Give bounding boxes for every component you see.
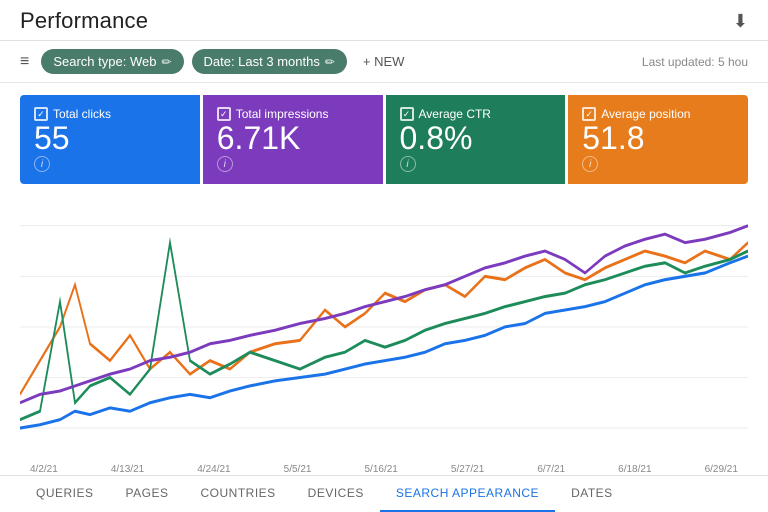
x-label-5: 5/16/21 [365, 464, 398, 475]
line-impressions [20, 256, 748, 428]
x-axis-labels: 4/2/21 4/13/21 4/24/21 5/5/21 5/16/21 5/… [20, 462, 748, 475]
search-type-chip[interactable]: Search type: Web ✏ [41, 49, 183, 74]
x-label-1: 4/2/21 [30, 464, 58, 475]
toolbar: ≡ Search type: Web ✏ Date: Last 3 months… [0, 41, 768, 83]
tab-dates[interactable]: DATES [555, 476, 629, 512]
info-icon-position: i [582, 156, 598, 172]
metric-header-impressions: ✓ Total impressions [217, 107, 369, 121]
metric-average-position[interactable]: ✓ Average position 51.8 i [568, 95, 748, 184]
metric-value-clicks: 55 [34, 121, 186, 156]
page-title: Performance [20, 8, 148, 34]
checkbox-ctr: ✓ [400, 107, 414, 121]
page-container: Performance ⬇ ≡ Search type: Web ✏ Date:… [0, 0, 768, 512]
metric-average-ctr[interactable]: ✓ Average CTR 0.8% i [386, 95, 566, 184]
line-clicks [20, 243, 748, 395]
metric-total-impressions[interactable]: ✓ Total impressions 6.71K i [203, 95, 383, 184]
x-label-3: 4/24/21 [197, 464, 230, 475]
tab-search-appearance[interactable]: SEARCH APPEARANCE [380, 476, 555, 512]
metric-label-ctr: Average CTR [419, 107, 491, 121]
edit-icon-date: ✏ [325, 55, 335, 69]
x-label-6: 5/27/21 [451, 464, 484, 475]
chart-svg [20, 192, 748, 462]
checkbox-impressions: ✓ [217, 107, 231, 121]
tab-countries[interactable]: COUNTRIES [184, 476, 291, 512]
metric-value-position: 51.8 [582, 121, 734, 156]
metric-value-ctr: 0.8% [400, 121, 552, 156]
metric-label-impressions: Total impressions [236, 107, 329, 121]
date-chip[interactable]: Date: Last 3 months ✏ [192, 49, 347, 74]
header: Performance ⬇ [0, 0, 768, 41]
download-icon[interactable]: ⬇ [733, 11, 748, 32]
metric-label-position: Average position [601, 107, 690, 121]
info-icon-clicks: i [34, 156, 50, 172]
tab-pages[interactable]: PAGES [110, 476, 185, 512]
checkbox-clicks: ✓ [34, 107, 48, 121]
search-type-label: Search type: Web [53, 54, 156, 69]
x-label-7: 6/7/21 [537, 464, 565, 475]
x-label-9: 6/29/21 [705, 464, 738, 475]
tab-queries[interactable]: QUERIES [20, 476, 110, 512]
x-label-2: 4/13/21 [111, 464, 144, 475]
metric-value-impressions: 6.71K [217, 121, 369, 156]
metric-footer-ctr: i [400, 156, 552, 172]
metrics-row: ✓ Total clicks 55 i ✓ Total impressions … [20, 95, 748, 184]
last-updated-text: Last updated: 5 hou [642, 55, 748, 69]
x-label-8: 6/18/21 [618, 464, 651, 475]
filter-icon[interactable]: ≡ [20, 53, 29, 71]
tabs-row: QUERIES PAGES COUNTRIES DEVICES SEARCH A… [0, 475, 768, 512]
line-ctr [20, 243, 748, 420]
edit-icon: ✏ [161, 55, 171, 69]
new-button[interactable]: + NEW [355, 49, 413, 74]
info-icon-ctr: i [400, 156, 416, 172]
metric-label-clicks: Total clicks [53, 107, 111, 121]
checkbox-position: ✓ [582, 107, 596, 121]
metric-total-clicks[interactable]: ✓ Total clicks 55 i [20, 95, 200, 184]
metric-footer-impressions: i [217, 156, 369, 172]
date-label: Date: Last 3 months [204, 54, 320, 69]
tab-devices[interactable]: DEVICES [292, 476, 380, 512]
info-icon-impressions: i [217, 156, 233, 172]
metric-header-position: ✓ Average position [582, 107, 734, 121]
metric-footer-clicks: i [34, 156, 186, 172]
metric-header-ctr: ✓ Average CTR [400, 107, 552, 121]
metric-header-clicks: ✓ Total clicks [34, 107, 186, 121]
x-label-4: 5/5/21 [284, 464, 312, 475]
chart-area [20, 192, 748, 462]
metric-footer-position: i [582, 156, 734, 172]
